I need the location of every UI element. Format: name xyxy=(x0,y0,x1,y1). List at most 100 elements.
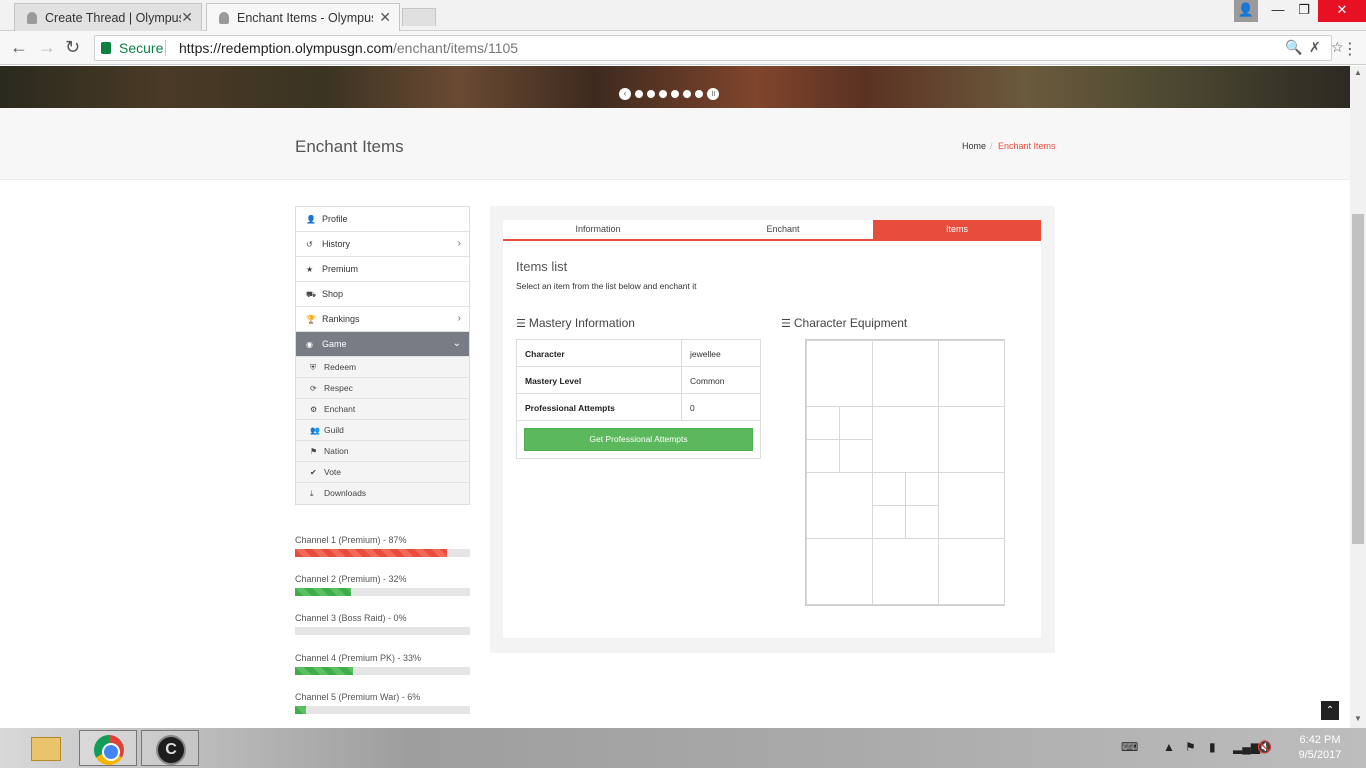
keyboard-icon[interactable]: ⌨ xyxy=(1121,740,1138,754)
carousel-dot[interactable] xyxy=(695,90,703,98)
get-professional-attempts-button[interactable]: Get Professional Attempts xyxy=(524,428,753,451)
tab-close-icon[interactable]: ✕ xyxy=(181,9,193,26)
sidebar-item-game[interactable]: ◉ Game ⌄ xyxy=(296,332,469,357)
sidebar-subitem-respec[interactable]: ⟳ Respec xyxy=(296,378,469,399)
sidebar-subitem-redeem[interactable]: ⛨ Redeem xyxy=(296,357,469,378)
sidebar-item-shop[interactable]: ⛟ Shop xyxy=(296,282,469,307)
carousel-prev-icon[interactable]: ‹ xyxy=(619,88,631,100)
channel-progress-fill xyxy=(295,667,353,675)
back-arrow-icon[interactable]: ← xyxy=(10,37,28,58)
equipment-slot[interactable] xyxy=(872,505,906,539)
zoom-search-icon[interactable]: 🔍 xyxy=(1285,39,1302,56)
page-scrollbar[interactable]: ▲ ▼ xyxy=(1350,66,1366,728)
channel-progress-fill xyxy=(295,588,351,596)
carousel-dot[interactable] xyxy=(647,90,655,98)
user-profile-icon[interactable]: 👤 xyxy=(1234,0,1258,22)
equipment-slot[interactable] xyxy=(872,472,906,506)
users-icon: 👥 xyxy=(310,426,320,435)
tab-enchant[interactable]: Enchant xyxy=(693,220,873,239)
scrollbar-thumb[interactable] xyxy=(1352,214,1364,544)
system-clock[interactable]: 6:42 PM 9/5/2017 xyxy=(1290,733,1350,763)
row-value: jewellee xyxy=(690,349,721,359)
equipment-slot[interactable] xyxy=(806,538,873,605)
equipment-slot[interactable] xyxy=(806,406,840,440)
equipment-slot[interactable] xyxy=(938,472,1005,539)
equipment-slot[interactable] xyxy=(872,340,939,407)
channel-progress-track xyxy=(295,588,470,596)
minimize-icon[interactable]: — xyxy=(1266,0,1290,22)
equipment-slot[interactable] xyxy=(938,538,1005,605)
window-close-icon[interactable]: ✕ xyxy=(1318,0,1366,22)
sidebar-subitem-label: Enchant xyxy=(324,404,356,414)
chrome-taskbar-button[interactable] xyxy=(79,730,137,766)
tab-information[interactable]: Information xyxy=(503,220,693,239)
volume-muted-icon[interactable]: 🔇 xyxy=(1257,740,1272,754)
equipment-slot[interactable] xyxy=(938,340,1005,407)
scroll-to-top-button[interactable]: ⌃ xyxy=(1321,701,1339,720)
game-launcher-taskbar-button[interactable]: C xyxy=(141,730,199,766)
row-key: Professional Attempts xyxy=(525,403,615,413)
scroll-up-icon[interactable]: ▲ xyxy=(1354,68,1362,77)
sidebar-item-premium[interactable]: ★ Premium xyxy=(296,257,469,282)
new-tab-button[interactable] xyxy=(402,8,436,26)
hero-banner xyxy=(0,66,1350,108)
check-icon: ✔ xyxy=(310,468,317,477)
channel-progress-fill xyxy=(295,549,448,557)
address-bar-input[interactable]: Secure https://redemption.olympusgn.com/… xyxy=(94,35,1344,61)
equipment-slot[interactable] xyxy=(872,538,939,605)
cell-divider xyxy=(681,367,682,394)
equipment-slot[interactable] xyxy=(806,340,873,407)
sidebar-item-rankings[interactable]: 🏆 Rankings › xyxy=(296,307,469,332)
network-signal-icon[interactable]: ▂▄▆ xyxy=(1233,740,1260,754)
equipment-slot[interactable] xyxy=(806,472,873,539)
trophy-icon: 🏆 xyxy=(306,315,316,324)
action-center-flag-icon[interactable]: ⚑ xyxy=(1185,740,1196,754)
row-value: 0 xyxy=(690,403,695,413)
equipment-slot[interactable] xyxy=(839,406,873,440)
wrench-icon[interactable]: ✗ xyxy=(1309,39,1321,56)
carousel-pause-icon[interactable]: ॥ xyxy=(707,88,719,100)
equipment-slot[interactable] xyxy=(839,439,873,473)
carousel-dot[interactable] xyxy=(659,90,667,98)
sidebar-subitem-nation[interactable]: ⚑ Nation xyxy=(296,441,469,462)
equipment-slot[interactable] xyxy=(806,439,840,473)
restore-icon[interactable]: ❐ xyxy=(1292,0,1316,22)
sidebar-subitem-label: Downloads xyxy=(324,488,367,498)
carousel-dots: ‹ ॥ xyxy=(619,88,719,100)
equipment-slot[interactable] xyxy=(938,406,1005,473)
sidebar-subitem-enchant[interactable]: ⚙ Enchant xyxy=(296,399,469,420)
chrome-menu-icon[interactable]: ⋮ xyxy=(1342,39,1358,59)
cell-divider xyxy=(681,394,682,421)
row-value: Common xyxy=(690,376,725,386)
sidebar-subitem-vote[interactable]: ✔ Vote xyxy=(296,462,469,483)
equipment-slot[interactable] xyxy=(872,406,939,473)
sidebar-menu: 👤 Profile ↺ History › ★ Premium ⛟ Shop 🏆… xyxy=(295,206,470,505)
sidebar-subitem-guild[interactable]: 👥 Guild xyxy=(296,420,469,441)
site-favicon-icon xyxy=(219,12,229,24)
sidebar-item-history[interactable]: ↺ History › xyxy=(296,232,469,257)
scroll-down-icon[interactable]: ▼ xyxy=(1354,714,1362,723)
equipment-slot[interactable] xyxy=(905,505,939,539)
file-explorer-icon[interactable] xyxy=(16,730,74,766)
tab-title: Create Thread | Olympus xyxy=(45,11,181,25)
tab-items[interactable]: Items xyxy=(873,220,1041,239)
breadcrumb-home[interactable]: Home xyxy=(962,141,986,151)
browser-tab-create-thread[interactable]: Create Thread | Olympus ✕ xyxy=(14,3,202,31)
reload-icon[interactable]: ↻ xyxy=(65,37,80,58)
browser-tab-strip: Create Thread | Olympus ✕ Enchant Items … xyxy=(0,0,1366,31)
forward-arrow-icon[interactable]: → xyxy=(38,37,56,58)
tab-close-icon[interactable]: ✕ xyxy=(379,9,391,26)
chevron-down-icon: ⌄ xyxy=(452,338,461,349)
battery-icon[interactable]: ▮ xyxy=(1209,740,1216,754)
carousel-dot[interactable] xyxy=(671,90,679,98)
equipment-slot[interactable] xyxy=(905,472,939,506)
show-hidden-icons-icon[interactable]: ▲ xyxy=(1163,740,1175,754)
sidebar-subitem-downloads[interactable]: ⤓ Downloads xyxy=(296,483,469,504)
carousel-dot[interactable] xyxy=(635,90,643,98)
folder-icon xyxy=(31,737,61,761)
browser-tab-enchant-items[interactable]: Enchant Items - Olympus ✕ xyxy=(206,3,400,31)
channel-status: Channel 4 (Premium PK) - 33% xyxy=(295,653,470,675)
carousel-dot[interactable] xyxy=(683,90,691,98)
sidebar-item-profile[interactable]: 👤 Profile xyxy=(296,207,469,232)
row-key: Mastery Level xyxy=(525,376,582,386)
